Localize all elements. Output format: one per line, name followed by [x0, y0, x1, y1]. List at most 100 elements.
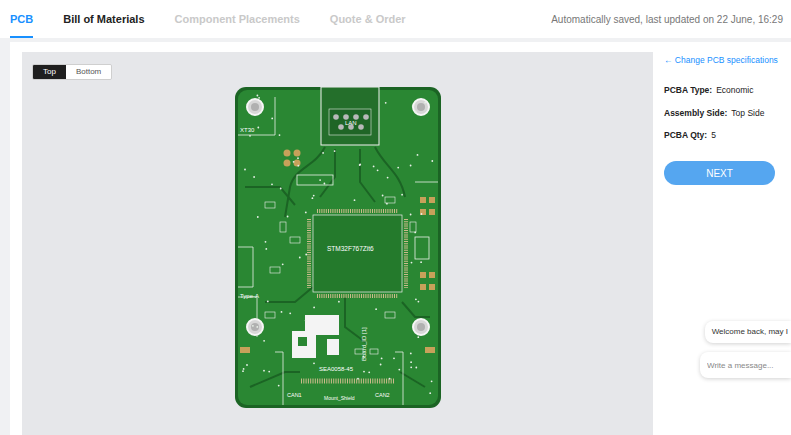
side-toggle-button[interactable]: Bottom [66, 65, 111, 79]
via [244, 169, 246, 171]
step-tab[interactable]: PCB [10, 0, 33, 38]
via [410, 366, 412, 368]
via [297, 165, 299, 167]
spec-row: PCBA Qty: 5 [664, 129, 791, 142]
side-toggle-label: Top [43, 68, 56, 76]
content-card: Top Bottom [10, 42, 791, 435]
via [397, 167, 399, 169]
via [279, 134, 281, 136]
via [410, 165, 412, 167]
pcb-board: XT30LANSTM32F767Zit6Type-ABoard_ID [1]SE… [235, 87, 441, 408]
via [252, 325, 254, 327]
via [338, 301, 340, 303]
spec-value: Top Side [731, 107, 764, 120]
silkscreen-label: LAN [345, 120, 357, 126]
spec-value: Economic [716, 84, 753, 97]
next-button[interactable]: NEXT [664, 161, 775, 185]
via [415, 111, 417, 113]
step-tab-state: Bill of Materials [63, 11, 144, 28]
spec-label: Assembly Side: [664, 107, 727, 120]
step-tab-label: Bill of Materials [63, 13, 144, 25]
via [278, 385, 280, 387]
via [398, 369, 400, 371]
step-tab: Quote & Order [330, 0, 406, 38]
via [386, 203, 388, 205]
via [319, 179, 321, 181]
via [243, 368, 245, 370]
via [305, 254, 307, 256]
side-toggle: Top Bottom [32, 64, 112, 80]
via [253, 176, 255, 178]
via [382, 195, 384, 197]
via [271, 183, 273, 185]
via [265, 241, 267, 243]
spec-row: PCBA Type:Economic [664, 84, 791, 97]
autosave-status: Automatically saved, last updated on 22 … [551, 12, 783, 27]
via [334, 150, 336, 152]
chat-widget: Welcome back, may I [700, 321, 791, 378]
silkscreen-label: CAN2 [375, 393, 390, 399]
step-tab[interactable]: Bill of Materials [63, 0, 144, 38]
via [387, 177, 389, 179]
chat-greeting: Welcome back, may I [712, 326, 788, 338]
via [377, 169, 379, 171]
via [313, 307, 315, 309]
via [313, 195, 315, 197]
chat-message-input[interactable] [700, 352, 791, 378]
via [257, 95, 259, 97]
via [421, 213, 423, 215]
via [431, 380, 433, 382]
via [410, 353, 412, 355]
spec-label: PCBA Qty: [664, 129, 707, 142]
spec-row: Assembly Side: Top Side [664, 107, 791, 120]
via [381, 358, 383, 360]
via [242, 370, 244, 372]
step-tab: Component Placements [175, 0, 300, 38]
via [246, 364, 248, 366]
via [354, 199, 356, 201]
change-specs-link[interactable]: ← Change PCB specifications [664, 54, 791, 67]
via [305, 212, 307, 214]
via [412, 105, 414, 107]
via [363, 371, 365, 373]
side-toggle-label: Bottom [76, 68, 101, 76]
via [297, 157, 299, 159]
spec-list: PCBA Type:Economic Assembly Side: Top Side… [664, 84, 791, 142]
via [268, 371, 270, 373]
via [267, 301, 269, 303]
via [357, 378, 359, 380]
pcb-viewer[interactable]: Top Bottom [22, 52, 653, 435]
via [414, 232, 416, 234]
via [281, 311, 283, 313]
via [373, 166, 375, 168]
via [380, 364, 382, 366]
step-tabs: PCB Bill of Materials Component Placements… [10, 0, 406, 38]
side-toggle-button[interactable]: Top [33, 65, 66, 79]
chat-greeting-bubble[interactable]: Welcome back, may I [705, 321, 791, 343]
via [257, 216, 259, 218]
via [389, 378, 391, 380]
via [415, 367, 417, 369]
via [415, 298, 417, 300]
via [287, 216, 289, 218]
silkscreen-label: Type-A [240, 293, 259, 299]
step-tab-label: PCB [10, 13, 33, 25]
via [359, 164, 361, 166]
via [375, 308, 377, 310]
via [418, 301, 420, 303]
step-tab-label: Component Placements [175, 13, 300, 25]
via [410, 214, 412, 216]
via [257, 127, 259, 129]
silkscreen-label: CAN1 [287, 393, 302, 399]
via [293, 161, 295, 163]
silkscreen-label: Board_ID [1] [361, 327, 367, 361]
via [258, 97, 260, 99]
spec-value: 5 [711, 129, 716, 142]
via [324, 183, 326, 185]
via [393, 357, 395, 359]
step-tab-state: Component Placements [175, 11, 300, 28]
via [282, 263, 284, 265]
via [431, 160, 433, 162]
via [249, 135, 251, 137]
via [429, 392, 431, 394]
